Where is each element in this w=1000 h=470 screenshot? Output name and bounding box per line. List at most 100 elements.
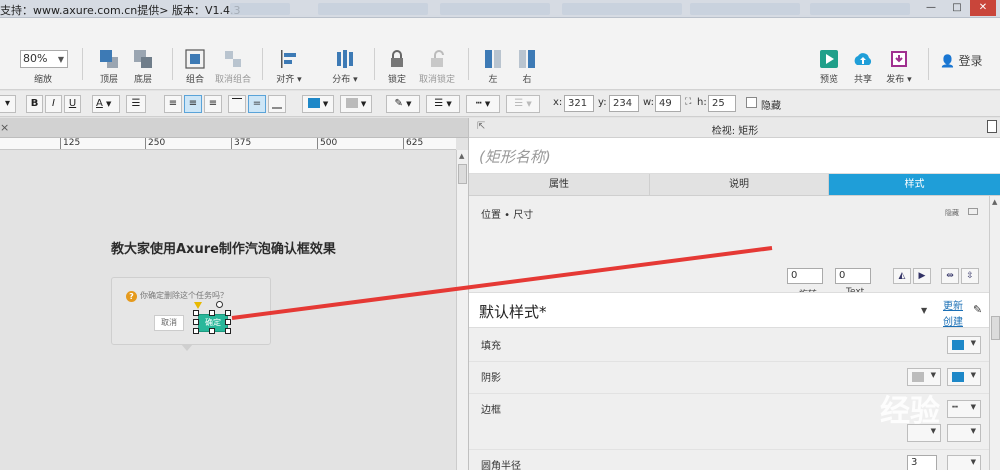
right-button[interactable]: 右: [504, 48, 550, 88]
inspector-scrollbar[interactable]: ▲: [989, 196, 1000, 470]
canvas-heading[interactable]: 教大家使用Axure制作汽泡确认框效果: [111, 238, 336, 257]
arrow-style-button[interactable]: ☰ ▼: [506, 95, 540, 113]
aspect-lock-icon[interactable]: ⛶: [685, 97, 691, 107]
text-rotation-input[interactable]: 0: [835, 268, 871, 284]
edit-style-icon[interactable]: ✎: [973, 303, 982, 316]
background-tab[interactable]: [318, 3, 428, 15]
width-input[interactable]: 49: [655, 95, 681, 112]
align-right-panel-icon: [519, 50, 535, 68]
hide-toggle[interactable]: [968, 208, 978, 215]
align-bottom-button[interactable]: ⎽: [268, 95, 286, 113]
corner-style-picker[interactable]: ▼: [947, 455, 981, 470]
notes-icon[interactable]: [987, 120, 997, 133]
bullet-list-button[interactable]: ☰: [126, 95, 146, 113]
distribute-button[interactable]: 分布 ▾: [322, 48, 368, 88]
resize-handle[interactable]: [225, 328, 231, 334]
background-tab[interactable]: [440, 3, 550, 15]
resize-handle[interactable]: [193, 319, 199, 325]
font-size-select[interactable]: ▾: [0, 95, 16, 113]
cancel-widget[interactable]: 取消: [154, 315, 184, 331]
confirm-bubble[interactable]: ? 你确定删除这个任务吗？ 取消 确定: [111, 277, 271, 345]
align-left-icon: [281, 50, 296, 68]
tab-properties[interactable]: 属性: [469, 174, 650, 196]
fill-color-swatch: [952, 340, 964, 350]
align-top-button[interactable]: ⎺: [228, 95, 246, 113]
style-name: 默认样式*: [479, 303, 547, 321]
align-label: 对齐 ▾: [276, 75, 302, 85]
resize-handle[interactable]: [193, 310, 199, 316]
design-canvas[interactable]: 教大家使用Axure制作汽泡确认框效果 ? 你确定删除这个任务吗？ 取消 确定: [0, 150, 456, 470]
resize-handle[interactable]: [209, 328, 215, 334]
outer-shadow-picker[interactable]: ▼: [907, 368, 941, 386]
corner-radius-handle[interactable]: [194, 302, 202, 309]
play-icon: [820, 50, 838, 68]
default-style-row[interactable]: 默认样式* ▼ 更新 创建 ✎: [469, 292, 989, 328]
rotation-input[interactable]: 0: [787, 268, 823, 284]
fill-color-button[interactable]: ▼: [302, 95, 334, 113]
align-right-text-button[interactable]: ≡: [204, 95, 222, 113]
hide-label: 隐藏: [945, 209, 959, 217]
close-tab-icon[interactable]: ×: [0, 121, 12, 135]
border-arrow-picker[interactable]: ▼: [947, 424, 981, 442]
x-input[interactable]: 321: [564, 95, 594, 112]
fit-height-icon[interactable]: ⇳: [961, 268, 979, 284]
canvas-scrollbar[interactable]: ▲: [456, 150, 468, 470]
align-button[interactable]: 对齐 ▾: [266, 48, 312, 88]
line-style-button[interactable]: ┅ ▼: [466, 95, 500, 113]
scroll-up-icon[interactable]: ▲: [992, 198, 997, 206]
background-tab[interactable]: [562, 3, 682, 15]
tab-style[interactable]: 样式: [829, 174, 1000, 196]
dashed-line-icon: ┅: [475, 98, 482, 109]
resize-handle[interactable]: [225, 310, 231, 316]
italic-button[interactable]: I: [45, 95, 62, 113]
align-middle-button[interactable]: =: [248, 95, 266, 113]
resize-handle[interactable]: [209, 310, 215, 316]
minimize-button[interactable]: —: [918, 0, 944, 16]
unlock-button[interactable]: 取消锁定: [414, 48, 460, 88]
fit-width-icon[interactable]: ⇹: [941, 268, 959, 284]
shape-name-field[interactable]: (矩形名称): [469, 138, 1000, 174]
inner-shadow-picker[interactable]: ▼: [947, 368, 981, 386]
font-color-button[interactable]: A ▼: [92, 95, 120, 113]
close-button[interactable]: ✕: [970, 0, 996, 16]
align-left-text-button[interactable]: ≡: [164, 95, 182, 113]
scroll-thumb[interactable]: [458, 164, 467, 184]
resize-handle[interactable]: [193, 328, 199, 334]
flip-horizontal-icon[interactable]: ◭: [893, 268, 911, 284]
fill-label: 填充: [481, 341, 501, 352]
background-tab[interactable]: [810, 3, 910, 15]
rotate-handle[interactable]: [216, 301, 223, 308]
create-style-link[interactable]: 创建: [943, 313, 963, 328]
tab-notes[interactable]: 说明: [650, 174, 829, 196]
chevron-down-icon[interactable]: ▼: [921, 306, 927, 315]
background-tab[interactable]: [230, 3, 290, 15]
line-color-button[interactable]: ✎ ▼: [386, 95, 420, 113]
align-center-text-button[interactable]: ≡: [184, 95, 202, 113]
flip-vertical-icon[interactable]: ▶: [913, 268, 931, 284]
distribute-label: 分布 ▾: [332, 75, 358, 85]
corner-radius-input[interactable]: 3: [907, 455, 937, 470]
y-input[interactable]: 234: [609, 95, 639, 112]
border-label: 边框: [481, 405, 501, 416]
update-style-link[interactable]: 更新: [943, 297, 963, 312]
maximize-button[interactable]: □: [944, 0, 970, 16]
hidden-checkbox[interactable]: [746, 97, 757, 108]
publish-button[interactable]: 发布 ▾: [876, 48, 922, 88]
border-style-picker[interactable]: ┅ ▼: [947, 400, 981, 418]
background-tab[interactable]: [690, 3, 800, 15]
zoom-select[interactable]: 80% ▼: [20, 50, 68, 68]
toolbar-divider: [262, 48, 263, 80]
underline-button[interactable]: U: [64, 95, 81, 113]
scroll-up-icon[interactable]: ▲: [459, 152, 464, 160]
ungroup-button[interactable]: 取消组合: [210, 48, 256, 88]
fill-color-picker[interactable]: ▼: [947, 336, 981, 354]
line-width-button[interactable]: ☰ ▼: [426, 95, 460, 113]
shadow-button[interactable]: ▼: [340, 95, 372, 113]
resize-handle[interactable]: [225, 319, 231, 325]
bubble-message: 你确定删除这个任务吗？: [140, 291, 228, 300]
height-input[interactable]: 25: [708, 95, 736, 112]
send-to-back-button[interactable]: 底层: [120, 48, 166, 88]
scroll-thumb[interactable]: [991, 316, 1000, 340]
login-button[interactable]: 👤 登录: [940, 52, 982, 69]
bold-button[interactable]: B: [26, 95, 43, 113]
